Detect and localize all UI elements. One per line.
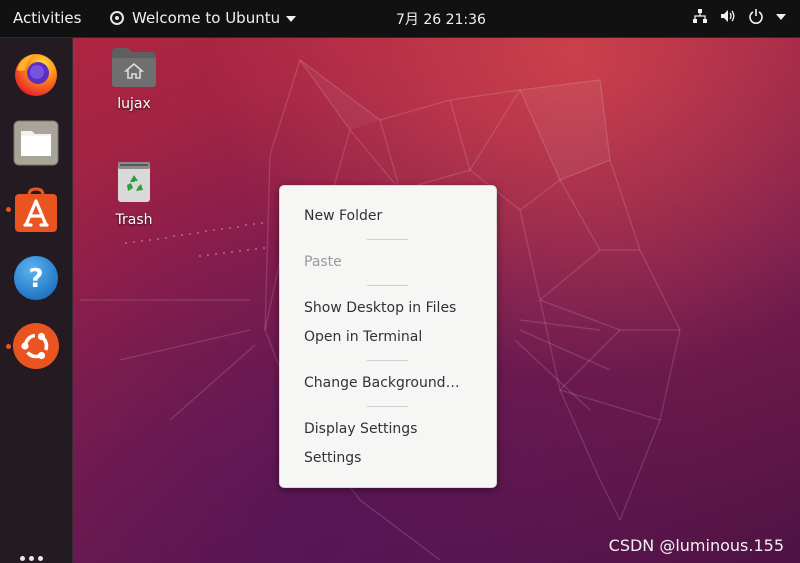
menu-item-open-in-terminal[interactable]: Open in Terminal <box>304 327 422 347</box>
menu-item-settings[interactable]: Settings <box>304 448 361 468</box>
ubuntu-logo-icon <box>13 323 59 369</box>
help-icon: ? <box>14 256 58 300</box>
dock-item-firefox[interactable] <box>11 48 61 98</box>
desktop-context-menu: New Folder Paste Show Desktop in Files O… <box>279 185 497 488</box>
software-store-icon <box>15 187 57 232</box>
trash-icon <box>118 162 150 202</box>
files-icon <box>13 120 59 166</box>
menu-separator <box>367 406 408 407</box>
desktop-icon-home[interactable]: lujax <box>94 46 174 112</box>
menu-item-change-background[interactable]: Change Background… <box>304 373 460 393</box>
dock-item-files[interactable] <box>11 118 61 168</box>
dock-item-ubuntu-welcome[interactable] <box>11 321 61 371</box>
activities-button[interactable]: Activities <box>13 9 81 27</box>
desktop-icon-trash[interactable]: Trash <box>94 160 174 228</box>
app-menu-label: Welcome to Ubuntu <box>132 9 281 27</box>
home-folder-icon <box>112 48 156 87</box>
show-applications-button[interactable] <box>20 556 43 561</box>
volume-icon[interactable] <box>720 8 736 24</box>
menu-item-paste[interactable]: Paste <box>304 252 342 272</box>
dock-item-help[interactable]: ? <box>11 253 61 303</box>
top-bar: Activities Welcome to Ubuntu 7月 26 21:36 <box>0 0 800 38</box>
ubuntu-welcome-app-icon <box>110 11 124 25</box>
chevron-down-icon <box>286 16 297 22</box>
menu-separator <box>367 285 408 286</box>
chevron-down-icon[interactable] <box>776 14 786 20</box>
menu-separator <box>367 239 408 240</box>
dock-item-ubuntu-software[interactable] <box>11 185 61 235</box>
desktop-icon-label: Trash <box>115 212 153 228</box>
svg-text:?: ? <box>28 264 43 294</box>
dock: ? <box>0 38 73 563</box>
firefox-icon <box>15 54 57 96</box>
menu-item-show-desktop-in-files[interactable]: Show Desktop in Files <box>304 298 456 318</box>
system-tray[interactable] <box>692 8 786 24</box>
power-icon[interactable] <box>748 8 764 24</box>
network-icon[interactable] <box>692 8 708 24</box>
desktop-icon-label: lujax <box>117 96 151 112</box>
clock[interactable]: 7月 26 21:36 <box>396 9 486 29</box>
watermark: CSDN @luminous.155 <box>608 536 784 555</box>
menu-item-display-settings[interactable]: Display Settings <box>304 419 417 439</box>
app-menu-button[interactable]: Welcome to Ubuntu <box>110 9 297 27</box>
menu-item-new-folder[interactable]: New Folder <box>304 206 382 226</box>
menu-separator <box>367 360 408 361</box>
